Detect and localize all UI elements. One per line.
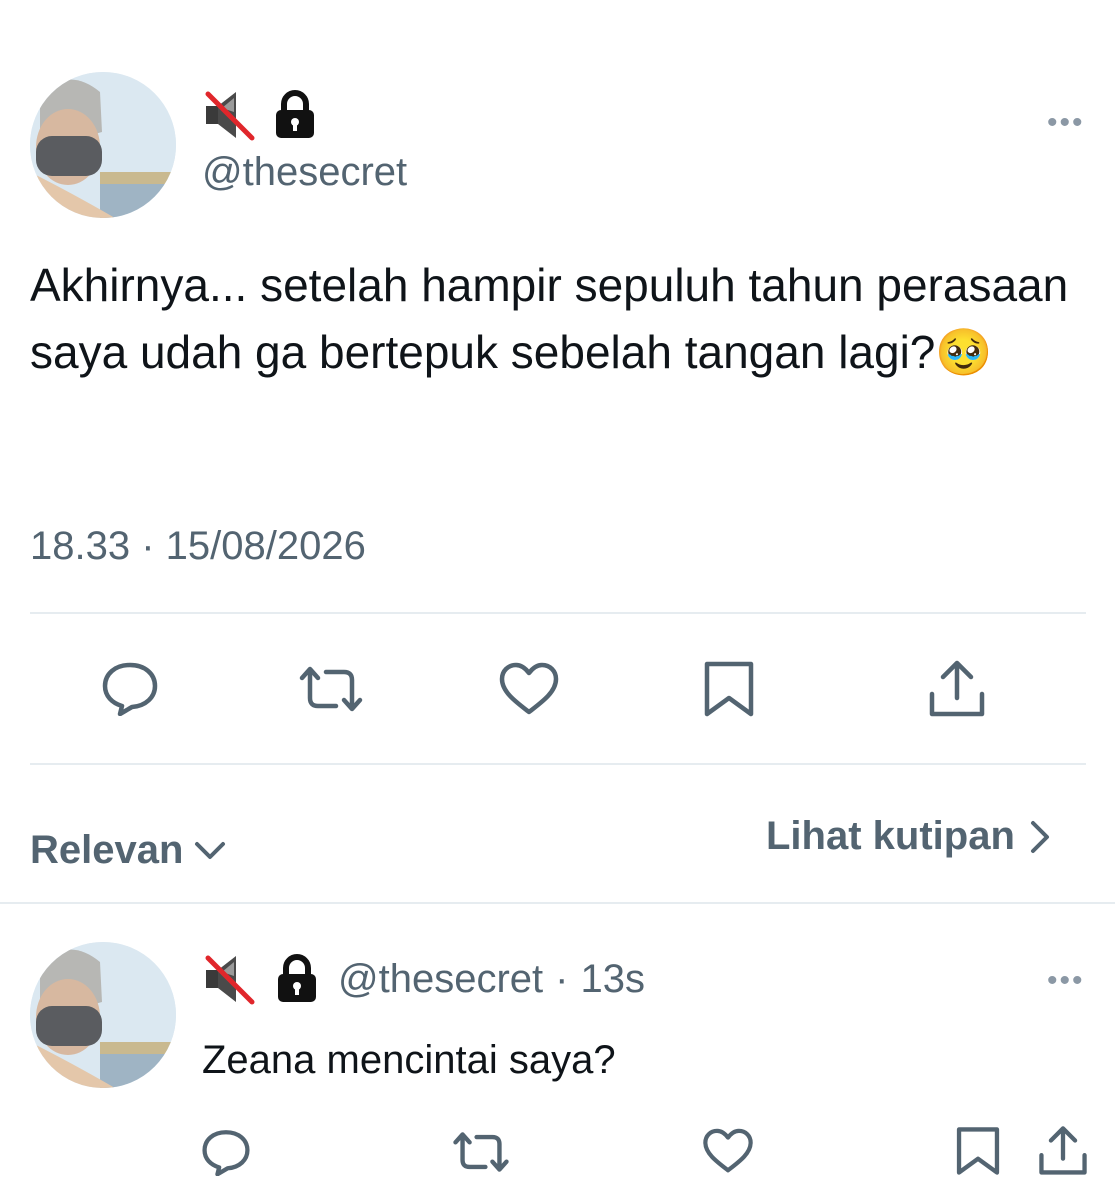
reply-text: Zeana mencintai saya? [202, 1038, 616, 1082]
lock-icon [278, 954, 316, 1002]
lock-icon [276, 90, 314, 138]
reply-icon [102, 662, 158, 716]
bookmark-icon [956, 1127, 1000, 1175]
display-name [202, 88, 318, 142]
reply-avatar[interactable] [30, 942, 176, 1088]
share-icon [929, 660, 985, 717]
reply-handle[interactable]: @thesecret [338, 957, 543, 1002]
tweet-body: Akhirnya... setelah hampir sepuluh tahun… [30, 259, 1069, 378]
pleading-face-emoji: 🥹 [935, 326, 993, 378]
retweet-button[interactable] [298, 664, 364, 714]
sort-label: Relevan [30, 828, 184, 872]
reply-bookmark-button[interactable] [955, 1126, 1001, 1176]
reply-share-button[interactable] [1038, 1124, 1088, 1176]
section-divider [0, 902, 1115, 904]
divider [30, 763, 1086, 765]
separator-dot: · [555, 956, 569, 1001]
like-icon [703, 1128, 753, 1173]
muted-speaker-icon [205, 955, 255, 1005]
like-icon [499, 662, 559, 715]
retweet-icon [299, 666, 363, 712]
reply-like-button[interactable] [702, 1128, 754, 1174]
reply-button[interactable] [100, 660, 160, 716]
tweet-text: Akhirnya... setelah hampir sepuluh tahun… [30, 252, 1090, 386]
avatar[interactable] [30, 72, 176, 218]
bookmark-icon [704, 661, 754, 717]
like-button[interactable] [498, 662, 560, 716]
view-quotes-link[interactable]: Lihat kutipan [766, 814, 1051, 859]
reply-time[interactable]: 13s [580, 957, 645, 1002]
reply-icon [202, 1130, 250, 1176]
reply-header: @thesecret · 13s [202, 952, 645, 1006]
retweet-icon [453, 1132, 509, 1172]
user-handle[interactable]: @thesecret [202, 150, 407, 195]
more-options-button[interactable]: ••• [1047, 108, 1085, 138]
chevron-right-icon [1030, 820, 1049, 853]
sort-dropdown[interactable]: Relevan [30, 828, 227, 873]
avatar-image [30, 942, 176, 1088]
avatar-image [30, 72, 176, 218]
reply-reply-button[interactable] [200, 1128, 252, 1176]
share-icon [1039, 1126, 1087, 1175]
view-quotes-label: Lihat kutipan [766, 814, 1015, 858]
muted-speaker-icon [205, 91, 255, 141]
bookmark-button[interactable] [703, 660, 755, 718]
tweet-timestamp[interactable]: 18.33 · 15/08/2026 [30, 524, 366, 569]
chevron-down-icon [195, 841, 226, 859]
share-button[interactable] [928, 658, 986, 718]
reply-retweet-button[interactable] [452, 1130, 510, 1174]
reply-more-options-button[interactable]: ••• [1047, 966, 1085, 996]
divider [30, 612, 1086, 614]
